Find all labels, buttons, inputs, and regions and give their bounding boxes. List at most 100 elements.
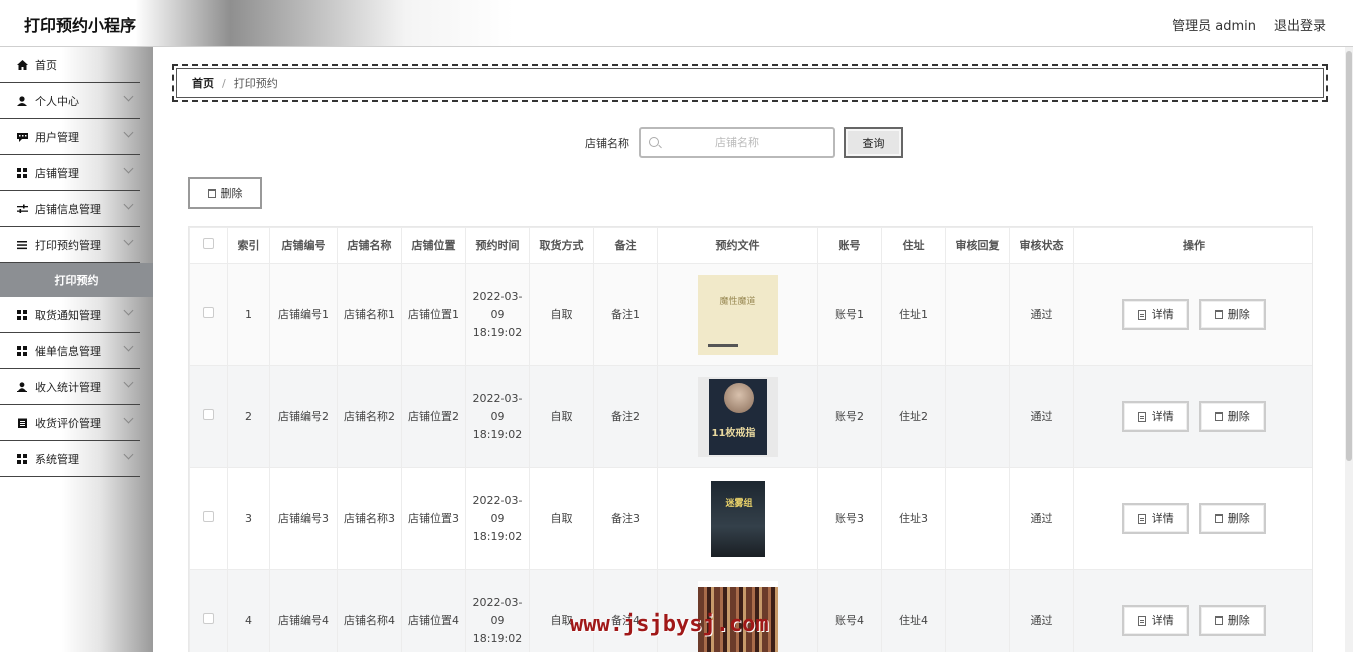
chevron-down-icon	[123, 305, 134, 316]
cell-shop-no: 店铺编号3	[269, 467, 338, 570]
cell-note: 备注1	[593, 263, 658, 366]
detail-button[interactable]: 详情	[1122, 503, 1190, 534]
column-header: 备注	[593, 227, 658, 264]
delete-label: 删除	[1227, 511, 1250, 525]
sidebar-item-system-management[interactable]: 系统管理	[0, 441, 140, 477]
detail-label: 详情	[1151, 511, 1174, 525]
cell-pickup-method: 自取	[529, 467, 594, 570]
bulk-delete-button[interactable]: 删除	[188, 177, 262, 209]
row-checkbox[interactable]	[189, 263, 228, 366]
scrollbar-thumb[interactable]	[1346, 51, 1352, 461]
column-header: 店铺名称	[337, 227, 402, 264]
sidebar-item-pickup-notice-management[interactable]: 取货通知管理	[0, 297, 140, 333]
sidebar-item-label: 收货评价管理	[35, 416, 101, 430]
sidebar-item-reminder-management[interactable]: 催单信息管理	[0, 333, 140, 369]
sidebar-item-shop-management[interactable]: 店铺管理	[0, 155, 140, 191]
shop-name-search-input[interactable]	[641, 129, 833, 156]
cell-note: 备注2	[593, 365, 658, 468]
grid-icon	[16, 345, 28, 356]
search-icon	[649, 137, 659, 147]
checkbox-icon	[203, 612, 214, 624]
row-checkbox[interactable]	[189, 569, 228, 652]
sidebar-item-income-stats-management[interactable]: 收入统计管理	[0, 369, 140, 405]
cell-review-reply	[945, 365, 1010, 468]
row-checkbox[interactable]	[189, 365, 228, 468]
booking-table: 索引 店铺编号 店铺名称 店铺位置 预约时间 取货方式 备注 预约文件 账号 住…	[188, 226, 1313, 652]
sidebar-item-shop-info-management[interactable]: 店铺信息管理	[0, 191, 140, 227]
table-row: 1 店铺编号1 店铺名称1 店铺位置1 2022-03-09 18:19:02 …	[189, 263, 1312, 366]
chevron-down-icon	[123, 449, 134, 460]
top-header: 打印预约小程序 管理员 admin 退出登录	[0, 0, 1353, 47]
row-checkbox[interactable]	[189, 467, 228, 570]
cell-account: 账号4	[817, 569, 882, 652]
column-header: 预约文件	[657, 227, 818, 264]
sidebar-item-user-management[interactable]: 用户管理	[0, 119, 140, 155]
column-header: 住址	[881, 227, 946, 264]
cell-review-status: 通过	[1009, 263, 1074, 366]
sidebar-item-label: 催单信息管理	[35, 344, 101, 358]
booking-file-image[interactable]: 迷雾组	[697, 478, 778, 559]
logout-link[interactable]: 退出登录	[1274, 15, 1326, 34]
delete-button[interactable]: 删除	[1198, 401, 1266, 432]
cell-address: 住址1	[881, 263, 946, 366]
header-user-area: 管理员 admin 退出登录	[1172, 15, 1326, 34]
checkbox-icon	[203, 408, 214, 420]
delete-button[interactable]: 删除	[1198, 605, 1266, 636]
grid-icon	[16, 453, 28, 464]
breadcrumb-home[interactable]: 首页	[192, 75, 214, 91]
person-icon	[16, 381, 28, 392]
watermark-text: www.jsjbysj.com	[570, 612, 769, 637]
breadcrumb: 首页 / 打印预约	[172, 64, 1328, 102]
trash-icon	[1214, 514, 1223, 523]
sidebar-item-review-management[interactable]: 收货评价管理	[0, 405, 140, 441]
admin-user-label[interactable]: 管理员 admin	[1172, 15, 1256, 34]
main-content: 首页 / 打印预约 店铺名称 查询 删除 索引 店铺编号	[153, 47, 1345, 652]
cell-booking-time: 2022-03-09 18:19:02	[465, 263, 530, 366]
cell-index: 1	[227, 263, 270, 366]
list-icon	[16, 240, 28, 250]
cell-review-status: 通过	[1009, 569, 1074, 652]
cover-portrait	[723, 382, 754, 413]
detail-button[interactable]: 详情	[1122, 299, 1190, 330]
grid-icon	[16, 167, 28, 178]
cell-booking-time: 2022-03-09 18:19:02	[465, 569, 530, 652]
sidebar-subitem-print-booking[interactable]: 打印预约	[0, 263, 153, 297]
delete-button[interactable]: 删除	[1198, 299, 1266, 330]
sidebar-item-label: 用户管理	[35, 130, 79, 144]
cell-booking-file: 魔性魔道	[657, 263, 818, 366]
cell-shop-no: 店铺编号1	[269, 263, 338, 366]
sidebar-item-label: 首页	[35, 58, 57, 72]
column-header: 账号	[817, 227, 882, 264]
cell-shop-location: 店铺位置1	[401, 263, 466, 366]
cell-shop-no: 店铺编号2	[269, 365, 338, 468]
cell-index: 2	[227, 365, 270, 468]
booking-file-image[interactable]: 11枚戒指	[697, 376, 778, 457]
cell-booking-file: 迷雾组	[657, 467, 818, 570]
cell-address: 住址3	[881, 467, 946, 570]
chevron-down-icon	[123, 127, 134, 138]
document-icon	[1137, 513, 1146, 524]
cover-title: 11枚戒指	[711, 427, 756, 439]
booking-file-image[interactable]: 魔性魔道	[697, 274, 778, 355]
column-header: 店铺编号	[269, 227, 338, 264]
cell-review-reply	[945, 569, 1010, 652]
detail-button[interactable]: 详情	[1122, 605, 1190, 636]
sidebar-item-label: 取货通知管理	[35, 308, 101, 322]
breadcrumb-separator: /	[222, 76, 226, 90]
trash-icon	[1214, 310, 1223, 319]
query-button[interactable]: 查询	[844, 127, 903, 158]
sidebar-item-personal-center[interactable]: 个人中心	[0, 83, 140, 119]
delete-label: 删除	[1227, 613, 1250, 627]
cell-index: 3	[227, 467, 270, 570]
detail-button[interactable]: 详情	[1122, 401, 1190, 432]
cell-shop-name: 店铺名称1	[337, 263, 402, 366]
delete-button[interactable]: 删除	[1198, 503, 1266, 534]
delete-label: 删除	[1227, 409, 1250, 423]
sidebar-item-print-booking-management[interactable]: 打印预约管理	[0, 227, 140, 263]
select-all-checkbox[interactable]	[189, 227, 228, 264]
chevron-down-icon	[123, 413, 134, 424]
page-scrollbar[interactable]	[1345, 47, 1353, 652]
cell-address: 住址4	[881, 569, 946, 652]
sidebar-item-home[interactable]: 首页	[0, 47, 140, 83]
cell-account: 账号1	[817, 263, 882, 366]
